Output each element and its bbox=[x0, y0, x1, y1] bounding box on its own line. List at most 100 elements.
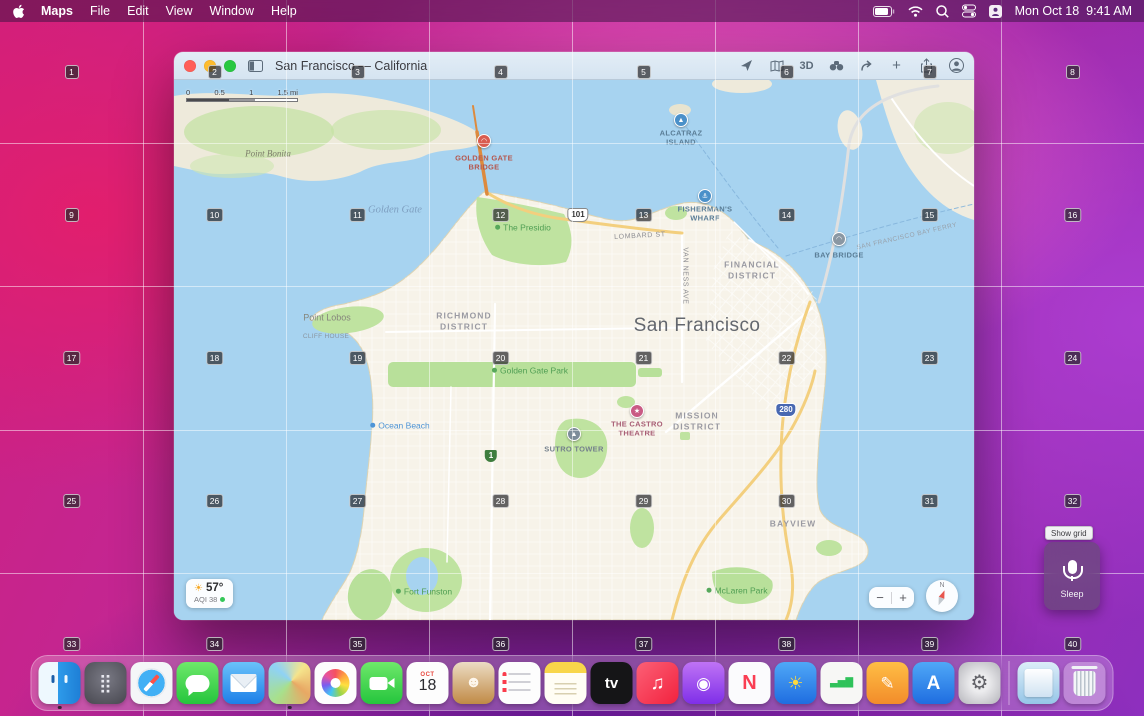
golden-gate-bridge-marker[interactable]: ◠ bbox=[477, 134, 491, 148]
sidebar-toggle-button[interactable] bbox=[248, 60, 263, 72]
sutro-tower-marker[interactable]: ▲ bbox=[567, 427, 581, 441]
dock-calendar[interactable]: OCT18 bbox=[407, 662, 449, 704]
menu-file[interactable]: File bbox=[90, 4, 110, 18]
microphone-button[interactable] bbox=[1055, 554, 1089, 586]
dock-mail[interactable] bbox=[223, 662, 265, 704]
voice-control-sleep-label: Sleep bbox=[1060, 589, 1083, 599]
desktop: Maps File Edit View Window Help Mon Oct 18 9:… bbox=[0, 0, 1144, 716]
grid-number-badge: 33 bbox=[63, 637, 80, 651]
launchpad-glyph: ⣿ bbox=[99, 674, 112, 692]
grid-number-badge: 24 bbox=[1064, 351, 1081, 365]
menu-help[interactable]: Help bbox=[271, 4, 297, 18]
menu-bar: Maps File Edit View Window Help Mon Oct 18 9:… bbox=[0, 0, 1144, 22]
zoom-button[interactable] bbox=[224, 60, 236, 72]
bay-bridge-marker[interactable]: ◠ bbox=[832, 232, 846, 246]
window-titlebar[interactable]: San Francisco — California 3D + bbox=[174, 52, 974, 80]
dock-notes[interactable] bbox=[545, 662, 587, 704]
zoom-controls: − + bbox=[869, 587, 914, 608]
contacts-glyph: ☻ bbox=[465, 675, 482, 691]
photos-icon bbox=[322, 669, 350, 697]
control-center-icon[interactable] bbox=[962, 4, 976, 18]
temperature-value: 57° bbox=[206, 582, 223, 594]
dock-safari[interactable] bbox=[131, 662, 173, 704]
music-glyph: ♫ bbox=[650, 674, 664, 693]
spotlight-icon[interactable] bbox=[936, 5, 949, 18]
dock-divider bbox=[1009, 661, 1010, 705]
grid-number-badge: 1 bbox=[65, 65, 79, 79]
microphone-icon bbox=[1068, 560, 1077, 574]
scale-tick-label: 1.5 mi bbox=[278, 88, 298, 97]
system-preferences-glyph: ⚙ bbox=[971, 673, 989, 693]
trash-icon bbox=[1074, 671, 1096, 696]
grid-number-badge: 36 bbox=[492, 637, 509, 651]
dock-reminders[interactable] bbox=[499, 662, 541, 704]
battery-icon[interactable] bbox=[873, 6, 895, 17]
zoom-in-button[interactable]: + bbox=[892, 590, 914, 605]
fishermans-wharf-marker[interactable]: ⚓ bbox=[698, 189, 712, 203]
zoom-out-button[interactable]: − bbox=[869, 590, 891, 605]
dock-photos[interactable] bbox=[315, 662, 357, 704]
dock-launchpad[interactable]: ⣿ bbox=[85, 662, 127, 704]
facetime-icon bbox=[370, 677, 388, 690]
dock-news[interactable]: N bbox=[729, 662, 771, 704]
dock-finder[interactable] bbox=[39, 662, 81, 704]
dock-music[interactable]: ♫ bbox=[637, 662, 679, 704]
dock-tv[interactable]: tv bbox=[591, 662, 633, 704]
scale-tick-label: 0.5 bbox=[214, 88, 224, 97]
dock-weather[interactable]: ☀ bbox=[775, 662, 817, 704]
dock-system-preferences[interactable]: ⚙ bbox=[959, 662, 1001, 704]
minimize-button[interactable] bbox=[204, 60, 216, 72]
dock-maps[interactable] bbox=[269, 662, 311, 704]
close-button[interactable] bbox=[184, 60, 196, 72]
binoculars-icon bbox=[829, 60, 844, 71]
dock-pages[interactable]: ✎ bbox=[867, 662, 909, 704]
numbers-glyph: ▃▅▇ bbox=[830, 678, 853, 688]
grid-number-badge: 34 bbox=[206, 637, 223, 651]
map-mode-button[interactable] bbox=[769, 60, 784, 72]
menu-items: Maps File Edit View Window Help bbox=[41, 4, 297, 18]
dock-app-store[interactable]: A bbox=[913, 662, 955, 704]
menu-clock[interactable]: Mon Oct 18 9:41 AM bbox=[1015, 4, 1132, 18]
dock-contacts[interactable]: ☻ bbox=[453, 662, 495, 704]
add-button[interactable]: + bbox=[889, 57, 904, 74]
dock-podcasts[interactable]: ◉ bbox=[683, 662, 725, 704]
apple-menu[interactable] bbox=[12, 4, 25, 19]
grid-number-badge: 38 bbox=[778, 637, 795, 651]
menu-status: Mon Oct 18 9:41 AM bbox=[873, 4, 1132, 18]
compass[interactable]: N bbox=[926, 580, 958, 612]
weather-badge[interactable]: ☀ 57° AQI 38 bbox=[186, 579, 233, 608]
scale-bar: 00.511.5 mi bbox=[186, 88, 298, 102]
dock-facetime[interactable] bbox=[361, 662, 403, 704]
current-location-button[interactable] bbox=[739, 59, 754, 72]
menu-view[interactable]: View bbox=[166, 4, 193, 18]
3d-button[interactable]: 3D bbox=[799, 60, 814, 72]
wifi-icon[interactable] bbox=[908, 6, 923, 17]
mail-icon bbox=[231, 674, 257, 692]
dock-numbers[interactable]: ▃▅▇ bbox=[821, 662, 863, 704]
tv-glyph: tv bbox=[605, 676, 618, 691]
voice-control-status-icon[interactable] bbox=[989, 5, 1002, 18]
grid-number-badge: 39 bbox=[921, 637, 938, 651]
route-button[interactable] bbox=[859, 59, 874, 72]
menu-window[interactable]: Window bbox=[210, 4, 254, 18]
share-button[interactable] bbox=[919, 58, 934, 73]
apple-icon bbox=[12, 4, 25, 19]
account-button[interactable] bbox=[949, 58, 964, 73]
folded-map-icon bbox=[770, 60, 784, 72]
grid-line bbox=[1001, 0, 1002, 716]
dock-minimized-window[interactable] bbox=[1018, 662, 1060, 704]
grid-number-badge: 37 bbox=[635, 637, 652, 651]
castro-theatre-marker[interactable]: ★ bbox=[630, 404, 644, 418]
dock-messages[interactable] bbox=[177, 662, 219, 704]
grid-number-badge: 8 bbox=[1066, 65, 1080, 79]
voice-control-panel: Sleep bbox=[1044, 542, 1100, 610]
menu-maps[interactable]: Maps bbox=[41, 4, 73, 18]
map-canvas[interactable]: Point BonitaGOLDEN GATE BRIDGEALCATRAZ I… bbox=[174, 80, 974, 620]
voice-control-tooltip: Show grid bbox=[1045, 526, 1093, 540]
aqi-label: AQI 38 bbox=[194, 595, 217, 604]
look-around-button[interactable] bbox=[829, 60, 844, 71]
grid-number-badge: 35 bbox=[349, 637, 366, 651]
alcatraz-marker[interactable]: ▲ bbox=[674, 113, 688, 127]
menu-edit[interactable]: Edit bbox=[127, 4, 149, 18]
dock-trash[interactable] bbox=[1064, 662, 1106, 704]
